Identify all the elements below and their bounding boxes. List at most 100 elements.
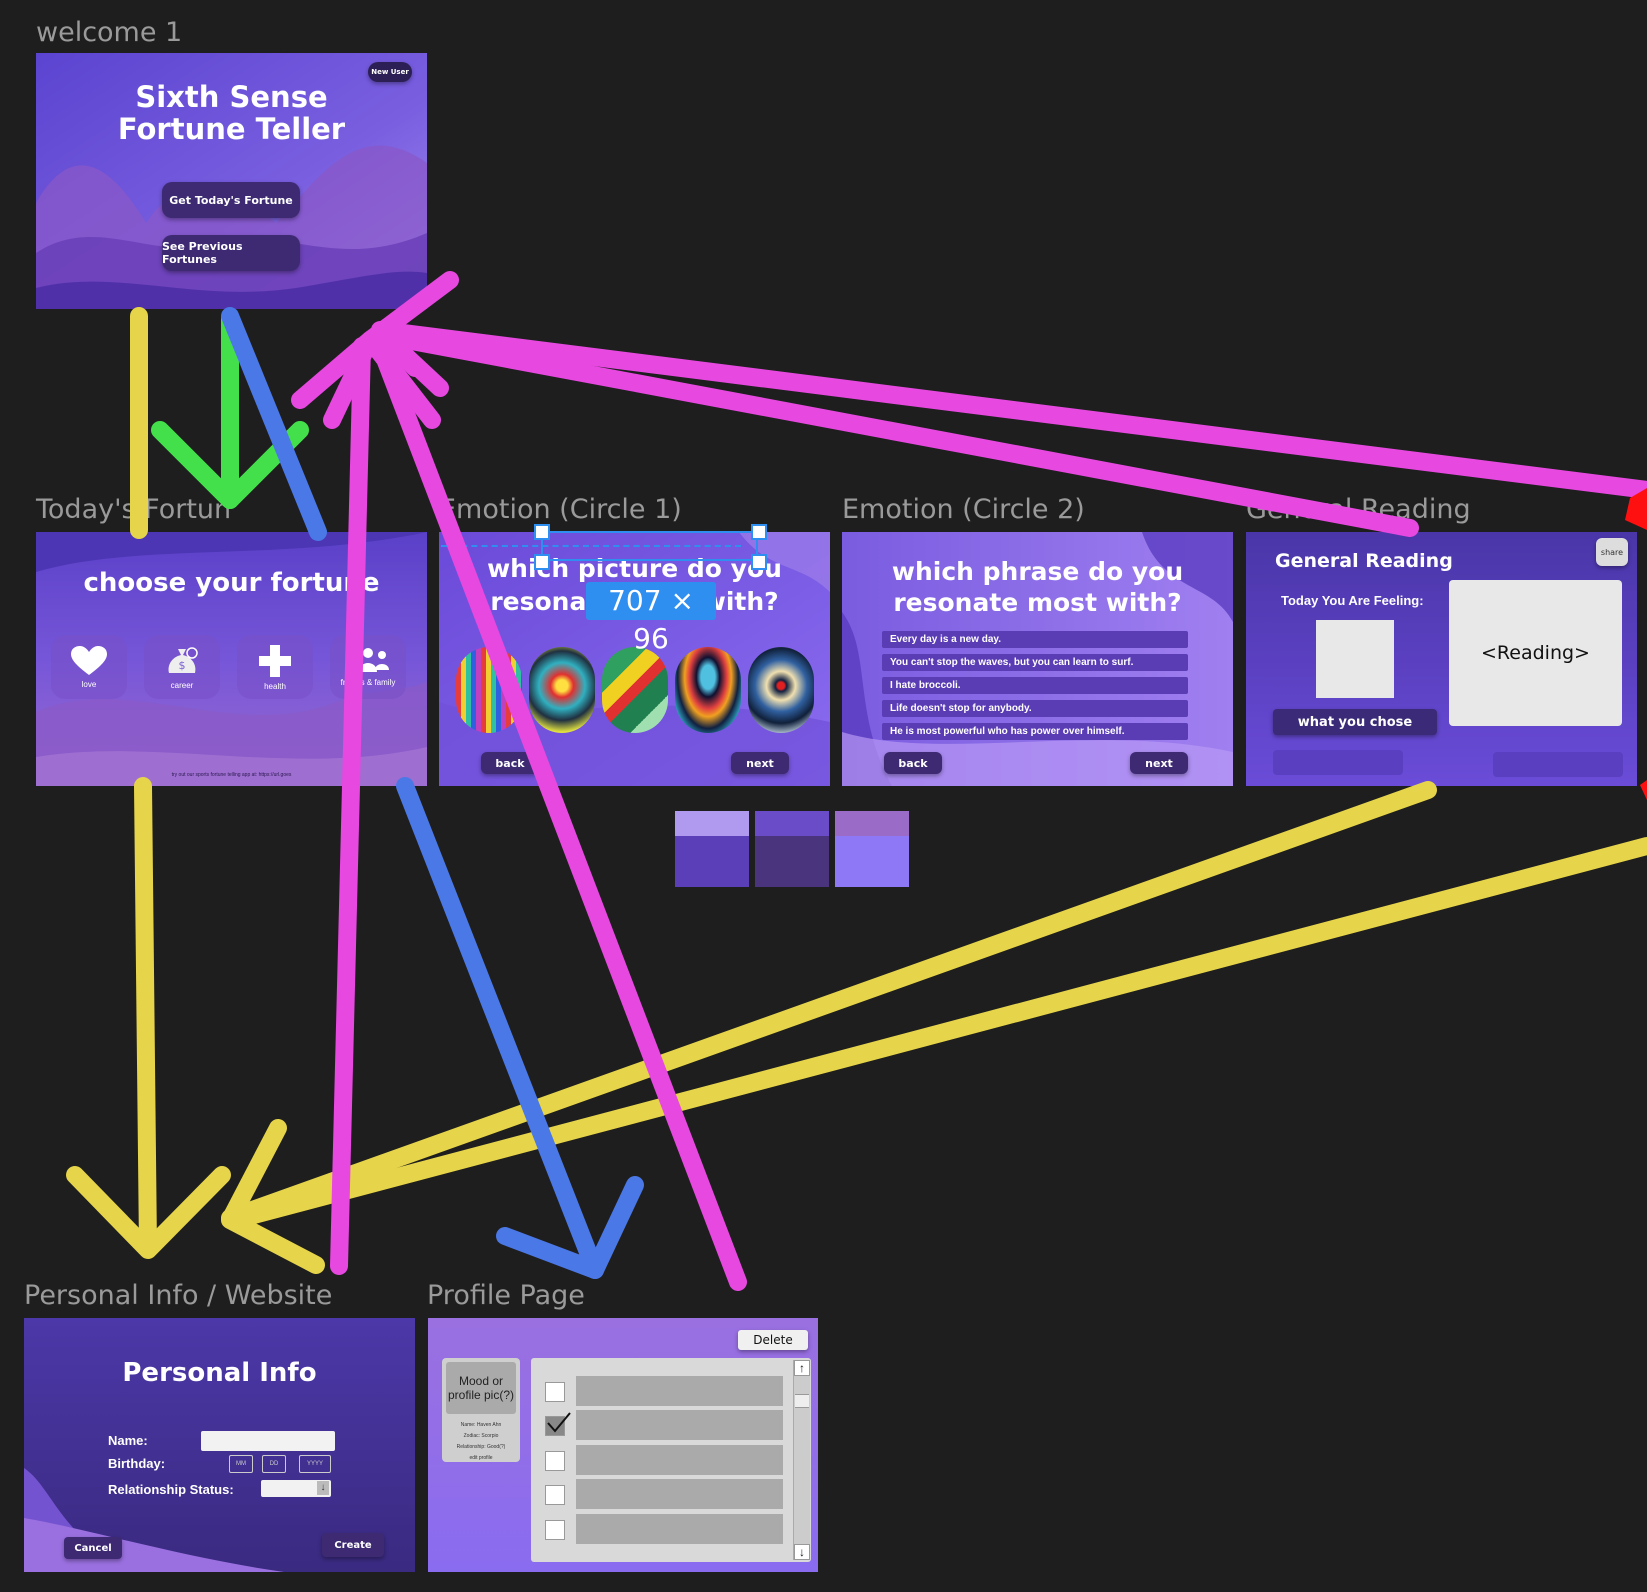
history-row[interactable] (576, 1410, 783, 1440)
see-previous-fortunes-button[interactable]: See Previous Fortunes (162, 235, 300, 271)
frame-label-profile-page: Profile Page (427, 1280, 585, 1311)
emotion2-back-button[interactable]: back (884, 752, 942, 774)
frame-todays-fortune[interactable]: choose your fortune love $ career health… (36, 532, 427, 786)
scrollbar[interactable]: ↑ ↓ (793, 1360, 810, 1560)
profile-detail-relationship: Relationship: Good(?) (456, 1444, 506, 1450)
emotion2-question-line1: which phrase do you (891, 557, 1184, 586)
flow-arrow-blue (221, 307, 327, 541)
emotion-image-blocks[interactable] (602, 647, 668, 733)
category-love-label: love (81, 679, 97, 689)
history-row[interactable] (576, 1376, 783, 1406)
name-field[interactable] (201, 1431, 335, 1451)
selection-handle[interactable] (534, 554, 550, 570)
phrase-option[interactable]: He is most powerful who has power over h… (882, 723, 1188, 740)
edit-profile-link[interactable]: edit profile (442, 1453, 520, 1464)
scroll-thumb[interactable] (795, 1394, 809, 1408)
flow-arrow-pink (371, 323, 449, 397)
delete-button[interactable]: Delete (738, 1330, 808, 1350)
row-checkbox[interactable] (545, 1520, 565, 1540)
general-action-button-right[interactable] (1493, 752, 1623, 777)
what-you-chose-button[interactable]: what you chose (1273, 709, 1437, 735)
color-swatch (835, 811, 909, 887)
flow-arrow-yellow (221, 1119, 325, 1274)
flow-arrow-blue (396, 777, 604, 1279)
profile-details: Name: Haven Ahn Zodiac: Scorpio Relation… (442, 1420, 520, 1464)
emotion-image-burst[interactable] (529, 647, 595, 733)
get-todays-fortune-button[interactable]: Get Today's Fortune (162, 182, 300, 218)
frame-emotion-circle-2[interactable]: which phrase do you resonate most with? … (842, 532, 1233, 786)
new-user-badge[interactable]: New User (368, 62, 412, 82)
history-row[interactable] (576, 1514, 783, 1544)
phrase-option[interactable]: Life doesn't stop for anybody. (882, 700, 1188, 717)
category-health-label: health (264, 681, 286, 691)
scroll-down-icon[interactable]: ↓ (794, 1544, 810, 1560)
phrase-option[interactable]: Every day is a new day. (882, 631, 1188, 648)
phrase-option[interactable]: You can't stop the waves, but you can le… (882, 654, 1188, 671)
emotion2-next-button[interactable]: next (1130, 752, 1188, 774)
flow-arrow-yellow (66, 1166, 231, 1259)
red-marker (1625, 488, 1647, 530)
emotion1-back-button[interactable]: back (481, 752, 539, 774)
frame-label-emotion-1: Emotion (Circle 1) (439, 494, 682, 525)
phrase-option[interactable]: I hate broccoli. (882, 677, 1188, 694)
choose-fortune-title: choose your fortune (83, 568, 380, 598)
flow-arrow-yellow (221, 781, 1437, 1227)
cancel-button[interactable]: Cancel (64, 1537, 122, 1559)
profile-detail-name: Name: Haven Ahn (460, 1422, 502, 1428)
selection-handle[interactable] (534, 524, 550, 540)
row-checkbox[interactable] (545, 1485, 565, 1505)
emotion-image-rays[interactable] (748, 647, 814, 733)
category-friends-family[interactable]: friends & family (330, 635, 406, 699)
profile-avatar[interactable]: Mood or profile pic(?) (446, 1362, 516, 1414)
frame-profile-page[interactable]: Delete Mood or profile pic(?) Name: Have… (428, 1318, 818, 1572)
selection-handle[interactable] (751, 524, 767, 540)
frame-label-personal-info: Personal Info / Website (24, 1280, 333, 1311)
birthday-month-field[interactable]: MM (229, 1455, 253, 1473)
profile-card: Mood or profile pic(?) Name: Haven Ahn Z… (442, 1358, 520, 1462)
flow-arrow-pink (330, 337, 371, 1275)
fortune-history-list[interactable]: ↑ ↓ (531, 1358, 811, 1562)
selection-box[interactable] (541, 531, 758, 561)
frame-personal-info[interactable]: Personal Info Name: Birthday: MM DD YYYY… (24, 1318, 415, 1572)
general-action-button-left[interactable] (1273, 750, 1403, 775)
create-button[interactable]: Create (322, 1533, 384, 1557)
selection-size-badge: 707 × 96 (586, 582, 716, 655)
frame-label-emotion-2: Emotion (Circle 2) (842, 494, 1085, 525)
birthday-day-field[interactable]: DD (262, 1455, 286, 1473)
emotion1-next-button[interactable]: next (731, 752, 789, 774)
frame-general-reading[interactable]: General Reading share Today You Are Feel… (1246, 532, 1637, 786)
emotion2-question: which phrase do you resonate most with? (842, 556, 1233, 618)
row-checkbox-checked[interactable] (545, 1412, 571, 1436)
frame-label-todays-fortune: Today's Fortun (36, 494, 232, 525)
selection-handle[interactable] (751, 554, 767, 570)
flow-arrow-yellow (226, 837, 1647, 1229)
name-label: Name: (108, 1433, 148, 1448)
category-love[interactable]: love (51, 635, 127, 699)
people-icon (347, 647, 389, 672)
row-checkbox[interactable] (545, 1382, 565, 1402)
relationship-label: Relationship Status: (108, 1482, 234, 1497)
category-health[interactable]: health (237, 635, 313, 699)
history-row[interactable] (576, 1479, 783, 1509)
category-career[interactable]: $ career (144, 635, 220, 699)
flow-arrow-blue (496, 1176, 644, 1279)
flow-arrow-pink (323, 331, 441, 429)
row-checkbox[interactable] (545, 1451, 565, 1471)
emotion-image-swirl[interactable] (675, 647, 741, 733)
birthday-year-field[interactable]: YYYY (299, 1455, 331, 1473)
relationship-dropdown[interactable]: ↓ (261, 1480, 331, 1497)
emotion2-question-line2: resonate most with? (893, 588, 1182, 617)
share-button[interactable]: share (1596, 538, 1628, 566)
reading-box: <Reading> (1449, 580, 1622, 726)
svg-text:$: $ (179, 659, 186, 672)
color-swatch (755, 811, 829, 887)
todays-footer-link[interactable]: try out our sports fortune telling app a… (36, 772, 427, 778)
history-row[interactable] (576, 1445, 783, 1475)
checkmark-icon (547, 1412, 571, 1433)
feeling-image-placeholder (1316, 620, 1394, 698)
frame-welcome[interactable]: New User Sixth Sense Fortune Teller Get … (36, 53, 427, 309)
frame-emotion-circle-1[interactable]: which picture do you resonate most with?… (439, 532, 830, 786)
scroll-up-icon[interactable]: ↑ (794, 1360, 810, 1376)
emotion-image-stripes[interactable] (456, 647, 522, 733)
heart-icon (71, 645, 107, 675)
